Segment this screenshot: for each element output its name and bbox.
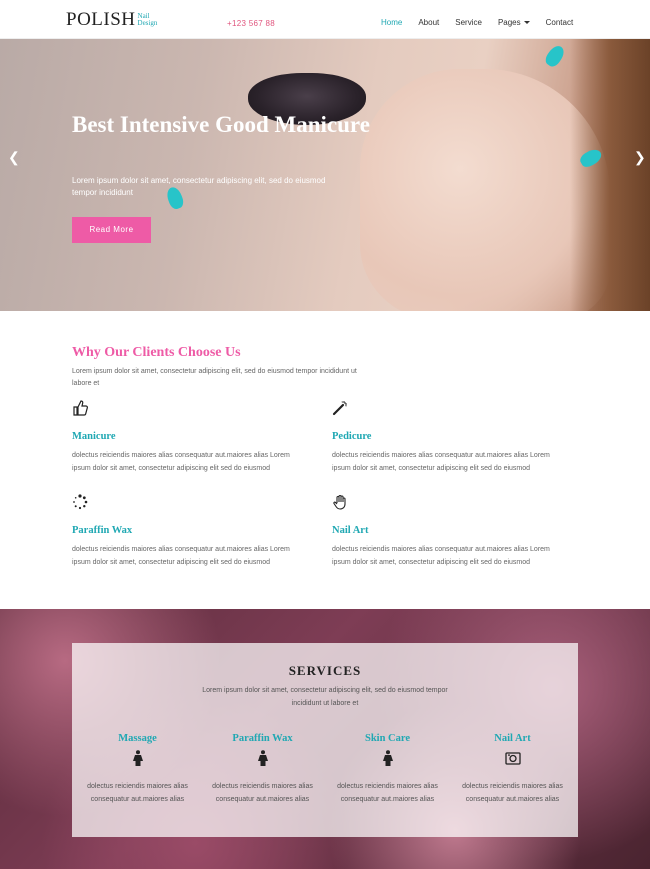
nav-service[interactable]: Service [455,18,482,27]
feature-manicure: Manicure dolectus reiciendis maiores ali… [72,400,307,475]
feature-desc: dolectus reiciendis maiores alias conseq… [72,452,290,472]
read-more-button[interactable]: Read More [72,217,151,243]
female-icon [132,750,143,766]
services-intro: Lorem ipsum dolor sit amet, consectetur … [202,687,448,707]
main-nav: Home About Service Pages Contact [381,18,589,27]
feature-title: Pedicure [332,431,372,442]
female-icon [382,750,393,766]
hero-title: Best Intensive Good Manicure [72,112,370,137]
service-title: Skin Care [364,733,411,744]
feature-desc: dolectus reiciendis maiores alias conseq… [332,546,550,566]
service-title: Massage [118,733,157,744]
nav-contact[interactable]: Contact [546,18,574,27]
logo-text: POLISH [66,9,136,30]
nav-pages-label: Pages [497,18,521,27]
service-desc: dolectus reiciendis maiores alias conseq… [87,783,188,803]
service-title: Paraffin Wax [232,733,293,744]
slider-prev-arrow-icon[interactable]: ❮ [8,149,20,166]
nav-home[interactable]: Home [381,18,402,27]
service-desc: dolectus reiciendis maiores alias conseq… [462,783,563,803]
feature-title: Nail Art [332,525,369,536]
feature-pedicure: Pedicure dolectus reiciendis maiores ali… [332,400,567,475]
logo-subtext: Nail Design [137,12,158,27]
hand-icon [333,494,346,510]
nail-decoration [542,42,568,70]
nav-about[interactable]: About [418,18,439,27]
feature-nail-art: Nail Art dolectus reiciendis maiores ali… [332,494,567,569]
services-title: SERVICES [288,663,362,678]
services-panel: SERVICES Lorem ipsum dolor sit amet, con… [72,643,578,837]
phone-number[interactable]: +123 567 88 [227,19,275,28]
camera-icon [504,752,521,765]
hero-hair-image [570,39,650,311]
feature-desc: dolectus reiciendis maiores alias conseq… [72,546,290,566]
chevron-down-icon [523,21,530,25]
why-section-intro: Lorem ipsum dolor sit amet, consectetur … [72,368,357,387]
hero-text: Lorem ipsum dolor sit amet, consectetur … [72,176,326,197]
service-desc: dolectus reiciendis maiores alias conseq… [212,783,313,803]
service-skin-care[interactable]: Skin Care dolectus reiciendis maiores al… [330,733,445,806]
female-icon [257,750,268,766]
thumbs-up-icon [73,400,88,416]
feature-title: Paraffin Wax [72,525,133,536]
services-section: SERVICES Lorem ipsum dolor sit amet, con… [0,609,650,869]
magic-wand-icon [332,401,347,416]
logo[interactable]: POLISH Nail Design [66,10,168,30]
service-massage[interactable]: Massage dolectus reiciendis maiores alia… [80,733,195,806]
service-desc: dolectus reiciendis maiores alias conseq… [337,783,438,803]
site-header: POLISH Nail Design +123 567 88 Home Abou… [0,0,650,39]
service-nail-art[interactable]: Nail Art dolectus reiciendis maiores ali… [455,733,570,806]
hero-slider: Best Intensive Good Manicure Lorem ipsum… [0,39,650,311]
feature-desc: dolectus reiciendis maiores alias conseq… [332,452,550,472]
nav-pages[interactable]: Pages [498,18,530,27]
feature-title: Manicure [72,431,116,442]
service-title: Nail Art [494,733,531,744]
why-section-title: Why Our Clients Choose Us [72,345,241,360]
spinner-icon [73,494,88,510]
feature-paraffin-wax: Paraffin Wax dolectus reiciendis maiores… [72,494,307,569]
service-paraffin-wax[interactable]: Paraffin Wax dolectus reiciendis maiores… [205,733,320,806]
slider-next-arrow-icon[interactable]: ❯ [634,149,646,166]
